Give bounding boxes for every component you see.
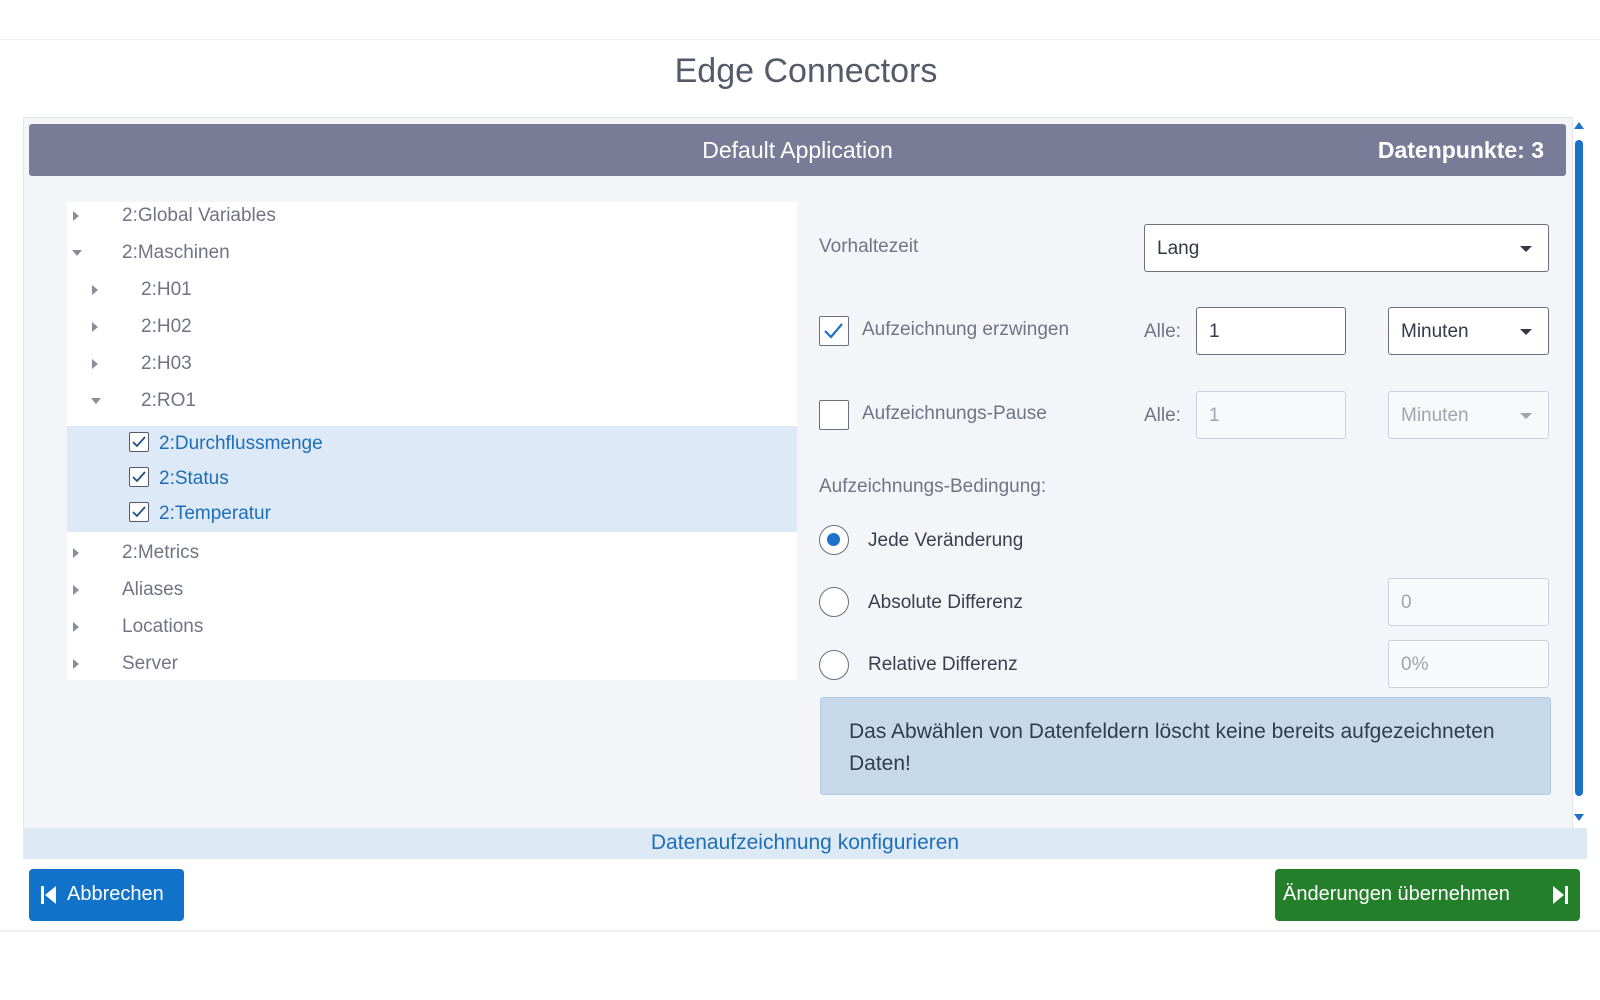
caret-right-icon[interactable]	[73, 585, 79, 595]
tree-item-label: 2:Metrics	[122, 542, 200, 563]
force-every-label: Alle:	[1144, 321, 1181, 342]
datapoint-status[interactable]: 2:Status	[67, 461, 797, 495]
caret-right-icon[interactable]	[92, 322, 98, 332]
radio-relative-difference-label[interactable]: Relative Differenz	[868, 654, 1018, 676]
tree-item-locations[interactable]: Locations	[67, 609, 797, 645]
datapoint-durchflussmenge[interactable]: 2:Durchflussmenge	[67, 426, 797, 460]
caret-down-icon[interactable]	[91, 398, 101, 404]
datapoint-count: Datenpunkte: 3	[1377, 137, 1544, 163]
tree-item-ro1[interactable]: 2:RO1	[67, 383, 797, 419]
caret-right-icon[interactable]	[73, 622, 79, 632]
chevron-down-icon	[1520, 246, 1532, 252]
checkmark-icon	[132, 506, 146, 518]
pause-interval-input[interactable]: 1	[1196, 391, 1346, 439]
caret-right-icon[interactable]	[73, 659, 79, 669]
checkmark-icon	[132, 436, 146, 448]
tree-item-label: Aliases	[122, 579, 184, 600]
tree-item-label: 2:H02	[141, 316, 192, 337]
force-record-checkbox[interactable]	[819, 316, 849, 346]
tree-item-label: 2:Maschinen	[122, 242, 230, 263]
radio-selected-dot	[827, 533, 840, 546]
relative-difference-input[interactable]: 0%	[1388, 640, 1549, 688]
application-header: Default Application Datenpunkte: 3	[29, 124, 1566, 176]
pause-unit-value: Minuten	[1401, 405, 1469, 426]
radio-any-change-label[interactable]: Jede Veränderung	[868, 530, 1023, 552]
pause-checkbox[interactable]	[819, 400, 849, 430]
tree-item-label: 2:H01	[141, 279, 192, 300]
chevron-down-icon	[1520, 413, 1532, 419]
tree-item-label: 2:H03	[141, 353, 192, 374]
tree-item-global-variables[interactable]: 2:Global Variables	[67, 198, 797, 234]
radio-relative-difference[interactable]	[819, 650, 849, 680]
skip-back-icon	[41, 886, 56, 904]
info-notice: Das Abwählen von Datenfeldern löscht kei…	[820, 697, 1551, 795]
force-interval-input[interactable]: 1	[1196, 307, 1346, 355]
radio-absolute-difference-label[interactable]: Absolute Differenz	[868, 592, 1023, 614]
condition-label: Aufzeichnungs-Bedingung:	[819, 476, 1047, 497]
pause-label: Aufzeichnungs-Pause	[862, 403, 1047, 424]
datapoint-label: 2:Status	[159, 468, 229, 489]
node-tree: 2:Global Variables 2:Maschinen 2:H01 2:H…	[67, 202, 797, 680]
force-record-label: Aufzeichnung erzwingen	[862, 319, 1070, 340]
caret-right-icon[interactable]	[73, 548, 79, 558]
tree-item-h02[interactable]: 2:H02	[67, 309, 797, 345]
force-unit-value: Minuten	[1401, 321, 1469, 342]
tree-item-metrics[interactable]: 2:Metrics	[67, 535, 797, 571]
bottom-divider	[0, 930, 1600, 932]
pause-unit-select[interactable]: Minuten	[1388, 391, 1549, 439]
dialog-title: Edge Connectors	[674, 52, 938, 90]
apply-changes-button[interactable]: Änderungen übernehmen	[1275, 869, 1580, 921]
datapoint-checkbox[interactable]	[129, 467, 149, 487]
chevron-down-icon	[1520, 329, 1532, 335]
checkmark-icon	[132, 471, 146, 483]
cancel-button-label: Abbrechen	[67, 883, 164, 905]
datapoint-label: 2:Temperatur	[159, 503, 271, 524]
tree-item-aliases[interactable]: Aliases	[67, 572, 797, 608]
scroll-down-icon[interactable]	[1574, 814, 1584, 821]
datapoint-temperatur[interactable]: 2:Temperatur	[67, 496, 797, 530]
skip-forward-icon	[1553, 886, 1568, 904]
tree-item-h01[interactable]: 2:H01	[67, 272, 797, 308]
tree-item-h03[interactable]: 2:H03	[67, 346, 797, 382]
datapoint-label: 2:Durchflussmenge	[159, 433, 323, 454]
vertical-scrollbar[interactable]	[1575, 140, 1583, 796]
radio-any-change[interactable]	[819, 525, 849, 555]
tree-item-label: 2:RO1	[141, 390, 196, 411]
retention-value: Lang	[1157, 238, 1200, 259]
caret-right-icon[interactable]	[73, 211, 79, 221]
tree-item-label: Locations	[122, 616, 204, 637]
tree-item-maschinen[interactable]: 2:Maschinen	[67, 235, 797, 271]
checkmark-icon	[824, 323, 843, 339]
tree-item-label: Server	[122, 653, 178, 674]
datapoint-checkbox[interactable]	[129, 502, 149, 522]
pause-every-label: Alle:	[1144, 405, 1181, 426]
footer-strip: Datenaufzeichnung konfigurieren	[23, 828, 1587, 859]
tree-item-label: 2:Global Variables	[122, 205, 276, 226]
caret-right-icon[interactable]	[92, 285, 98, 295]
apply-button-label: Änderungen übernehmen	[1283, 883, 1510, 905]
top-bar	[0, 0, 1600, 40]
scroll-up-icon[interactable]	[1574, 122, 1584, 129]
cancel-button[interactable]: Abbrechen	[29, 869, 184, 921]
tree-item-server[interactable]: Server	[67, 646, 797, 682]
caret-down-icon[interactable]	[72, 250, 82, 256]
selected-datapoints: 2:Durchflussmenge 2:Status 2:Temperatur	[67, 426, 797, 532]
caret-right-icon[interactable]	[92, 359, 98, 369]
retention-label: Vorhaltezeit	[819, 236, 919, 257]
retention-select[interactable]: Lang	[1144, 224, 1549, 272]
datapoint-checkbox[interactable]	[129, 432, 149, 452]
configure-recording-link[interactable]: Datenaufzeichnung konfigurieren	[23, 831, 1587, 855]
radio-absolute-difference[interactable]	[819, 587, 849, 617]
force-unit-select[interactable]: Minuten	[1388, 307, 1549, 355]
absolute-difference-input[interactable]: 0	[1388, 578, 1549, 626]
application-title: Default Application	[702, 137, 893, 163]
